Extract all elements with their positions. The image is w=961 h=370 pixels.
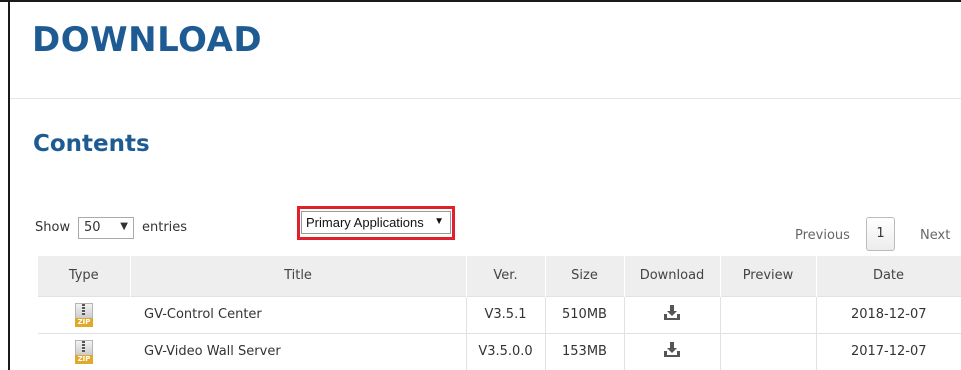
column-header-type[interactable]: Type [38,256,131,296]
column-header-size[interactable]: Size [545,256,625,296]
entries-per-page-select[interactable]: 50 ▼ [78,217,134,239]
dropdown-arrow-icon: ▼ [120,221,128,232]
size-cell: 153MB [545,333,625,370]
size-cell: 510MB [545,295,625,334]
entries-per-page-value: 50 [84,220,101,235]
preview-cell [720,295,817,334]
type-cell: ZIP [38,295,130,334]
title-cell: GV-Control Center [130,295,467,334]
download-icon[interactable] [663,304,681,325]
downloads-table: Type Title Ver. Size Download Preview Da… [38,256,961,370]
download-icon[interactable] [663,341,681,362]
category-select[interactable]: Primary Applications ▼ [301,211,451,234]
entries-label: entries [142,220,188,235]
pagination-next-button[interactable]: Next [920,228,950,243]
table-header-row: Type Title Ver. Size Download Preview Da… [38,256,961,296]
download-cell [624,333,721,370]
zip-file-icon: ZIP [75,302,93,327]
column-header-title[interactable]: Title [130,256,467,296]
date-cell: 2018-12-07 [816,295,961,334]
table-row: ZIP GV-Video Wall Server V3.5.0.0 153MB … [38,333,961,370]
download-cell [624,295,721,334]
title-divider [10,98,961,99]
column-header-preview[interactable]: Preview [720,256,817,296]
page-title: DOWNLOAD [32,20,263,60]
table-row: ZIP GV-Control Center V3.5.1 510MB 2018-… [38,295,961,334]
section-title: Contents [33,131,150,157]
type-cell: ZIP [38,333,130,370]
window-top-border [0,0,961,2]
show-label: Show [35,220,71,235]
pagination-previous-button[interactable]: Previous [795,228,850,243]
date-cell: 2017-12-07 [816,333,961,370]
column-header-date[interactable]: Date [816,256,961,296]
window-left-border [8,0,10,370]
title-cell: GV-Video Wall Server [130,333,467,370]
column-header-download[interactable]: Download [624,256,721,296]
zip-file-icon: ZIP [75,339,93,364]
preview-cell [720,333,817,370]
dropdown-arrow-icon: ▼ [434,216,444,227]
version-cell: V3.5.0.0 [466,333,546,370]
category-select-value: Primary Applications [306,215,424,230]
column-header-version[interactable]: Ver. [466,256,546,296]
pagination-page-1-button[interactable]: 1 [866,217,895,251]
version-cell: V3.5.1 [466,295,546,334]
